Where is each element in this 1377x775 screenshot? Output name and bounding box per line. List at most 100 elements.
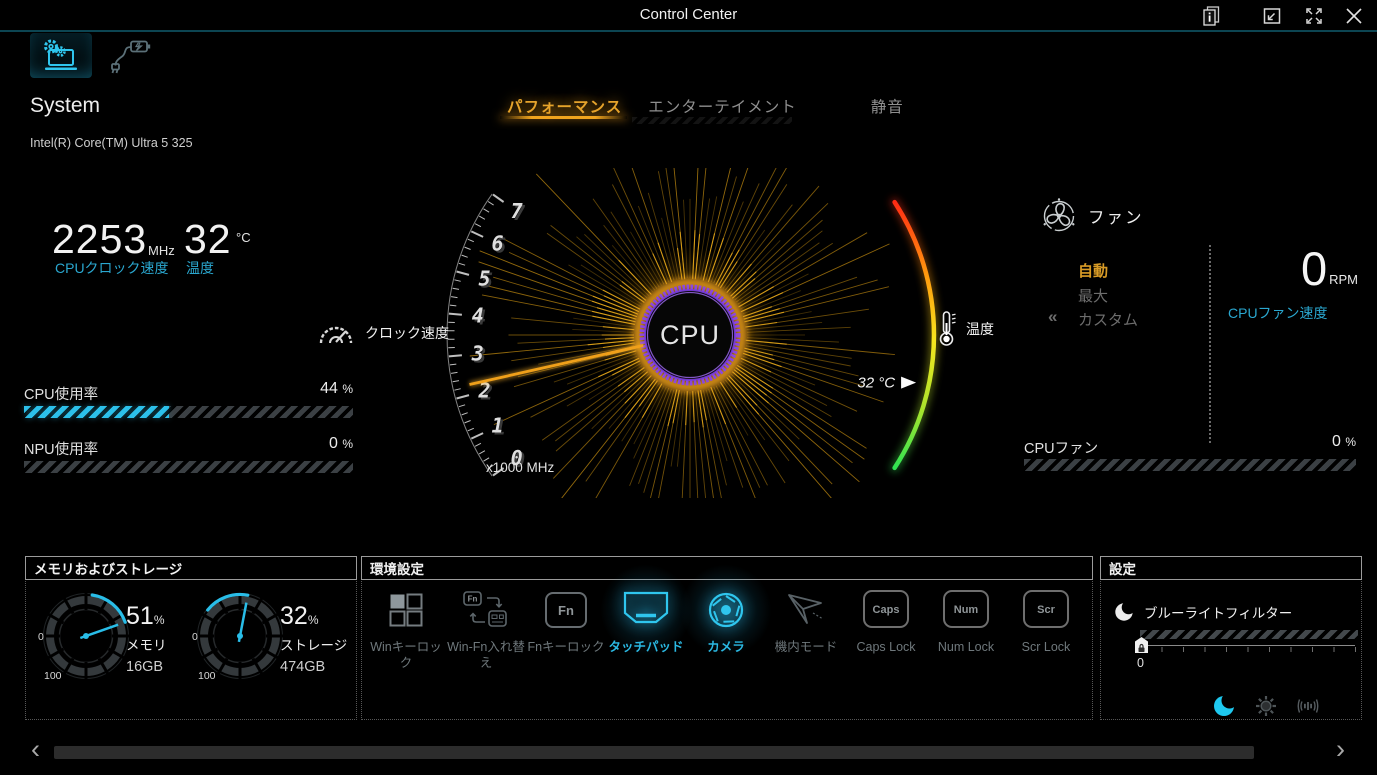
bluelight-slider-ticks <box>1140 647 1356 652</box>
fan-speed-readout: 0 RPM <box>1230 245 1358 292</box>
scroll-right-arrow[interactable]: › <box>1336 736 1345 763</box>
expand-icon[interactable] <box>1301 4 1327 28</box>
svg-text:7: 7 <box>511 199 523 223</box>
scroll-left-arrow[interactable]: ‹ <box>31 736 40 763</box>
svg-text:Caps: Caps <box>873 604 900 616</box>
svg-text:6: 6 <box>491 231 503 255</box>
titlebar: Control Center <box>0 0 1377 32</box>
scr-key-icon: Scr <box>1021 582 1071 638</box>
fan-section-header: ファン <box>1040 197 1144 235</box>
system-settings-icon <box>39 37 83 75</box>
svg-text:Num: Num <box>954 604 979 616</box>
cpu-usage-bar <box>24 406 353 418</box>
svg-text:100: 100 <box>198 670 216 682</box>
env-item-fn-key-lock[interactable]: Fn Fnキーロック <box>526 582 606 671</box>
nav-tab-power-battery[interactable] <box>100 33 162 78</box>
svg-text:5: 5 <box>478 267 490 291</box>
window-title: Control Center <box>639 6 738 23</box>
fn-key-icon: Fn <box>543 582 589 638</box>
npu-usage-value: 0 % <box>328 435 353 452</box>
svg-text:1: 1 <box>491 414 503 438</box>
thermometer-icon <box>938 310 958 348</box>
close-icon[interactable] <box>1341 4 1367 28</box>
svg-text:x1000 MHz: x1000 MHz <box>486 460 555 475</box>
chevron-left-double-icon[interactable]: « <box>1048 307 1057 327</box>
info-pages-icon[interactable] <box>1198 4 1224 28</box>
svg-text:0: 0 <box>192 631 198 643</box>
clock-axis-legend: クロック速度 <box>316 318 449 348</box>
cpu-temp-value: 32 <box>184 216 232 262</box>
fan-mode-auto[interactable]: 自動 <box>1078 260 1108 281</box>
active-tab-underline <box>500 116 627 119</box>
fan-section-divider <box>1209 245 1211 443</box>
nav-tab-system-settings[interactable] <box>30 33 92 78</box>
speedometer-icon <box>316 318 356 348</box>
fan-mode-max[interactable]: 最大 <box>1078 285 1108 306</box>
num-key-icon: Num <box>941 582 991 638</box>
fan-speed-label: CPUファン速度 <box>1228 305 1328 321</box>
svg-text:CPU: CPU <box>660 320 720 350</box>
win-fn-swap-icon: Fn <box>462 582 510 638</box>
svg-text:Fn: Fn <box>558 603 574 618</box>
settings-tab-brightness-icon[interactable] <box>1254 694 1278 718</box>
svg-text:Scr: Scr <box>1037 604 1055 616</box>
env-item-win-key-lock[interactable]: Winキーロック <box>366 582 446 671</box>
svg-text:32 °C: 32 °C <box>857 375 895 392</box>
page-title: System <box>30 94 101 117</box>
bluelight-row: ブルーライトフィルター <box>1113 601 1292 623</box>
env-item-touchpad[interactable]: タッチパッド <box>606 582 686 671</box>
fan-usage-value: 0 % <box>1331 433 1356 450</box>
cpu-clock-label: CPUクロック速度 <box>55 260 169 276</box>
npu-usage-bar <box>24 461 353 473</box>
settings-panel-title: 設定 <box>1100 556 1362 580</box>
svg-text:4: 4 <box>472 304 484 328</box>
storage-gauge: 0 100 <box>190 586 290 686</box>
cpu-usage-value: 44 % <box>320 380 353 397</box>
memory-gauge: 0 100 <box>36 586 136 686</box>
cpu-model-name: Intel(R) Core(TM) Ultra 5 325 <box>30 136 193 150</box>
env-item-camera[interactable]: カメラ <box>686 582 766 671</box>
svg-text:100: 100 <box>44 670 62 682</box>
svg-text:Fn: Fn <box>468 595 478 604</box>
tab-hatch-decoration <box>632 117 792 124</box>
cpu-clock-unit: MHz <box>148 243 175 258</box>
control-center-window: Control Center System Intel(R) Core(TM) … <box>0 0 1377 775</box>
env-item-num-lock[interactable]: Num Num Lock <box>926 582 1006 671</box>
env-item-scr-lock[interactable]: Scr Scr Lock <box>1006 582 1086 671</box>
touchpad-icon <box>622 582 670 638</box>
cpu-temp-label: 温度 <box>186 260 214 276</box>
horizontal-scrollbar-thumb[interactable] <box>54 746 1254 759</box>
caps-key-icon: Caps <box>861 582 911 638</box>
windows-key-icon <box>386 582 426 638</box>
tab-quiet[interactable]: 静音 <box>862 92 913 120</box>
fan-mode-custom[interactable]: カスタム <box>1078 309 1138 330</box>
fan-usage-bar <box>1024 459 1356 471</box>
bluelight-value: 0 <box>1137 656 1144 670</box>
env-item-win-fn-swap[interactable]: Fn Win-Fn入れ替え <box>446 582 526 671</box>
env-item-airplane-mode[interactable]: 機内モード <box>766 582 846 671</box>
camera-icon <box>702 582 750 638</box>
cpu-gauge: CPU 0 0 1 1 2 2 3 3 4 4 5 5 6 6 7 7 x1000 MHz 32 °C <box>430 168 1010 498</box>
cpu-clock-value: 2253 <box>52 216 148 262</box>
tab-entertainment[interactable]: エンターテイメント <box>639 92 806 120</box>
env-item-caps-lock[interactable]: Caps Caps Lock <box>846 582 926 671</box>
settings-tab-audio-icon[interactable] <box>1296 694 1320 718</box>
memory-readout: 51% メモリ 16GB <box>126 602 167 675</box>
environment-items: Winキーロック Fn Win-Fn入れ替え Fn Fnキーロック タッチパッド… <box>366 582 1090 671</box>
fan-rpm-unit: RPM <box>1329 272 1358 287</box>
bluelight-slider-track[interactable] <box>1140 645 1355 646</box>
airplane-icon <box>783 582 829 638</box>
storage-readout: 32% ストレージ 474GB <box>280 602 348 675</box>
temp-axis-legend: 温度 <box>938 310 994 348</box>
svg-text:0: 0 <box>38 631 44 643</box>
power-battery-icon <box>109 37 153 75</box>
cpu-usage-label: CPU使用率 <box>24 387 99 403</box>
restore-icon[interactable] <box>1259 4 1285 28</box>
moon-icon <box>1113 601 1135 623</box>
fan-icon <box>1040 197 1078 235</box>
settings-tab-moon-icon[interactable] <box>1212 694 1236 718</box>
npu-usage-label: NPU使用率 <box>24 442 99 458</box>
fan-usage-label: CPUファン <box>1024 441 1099 457</box>
cpu-temp-unit: °C <box>236 230 251 245</box>
svg-text:3: 3 <box>471 341 484 365</box>
